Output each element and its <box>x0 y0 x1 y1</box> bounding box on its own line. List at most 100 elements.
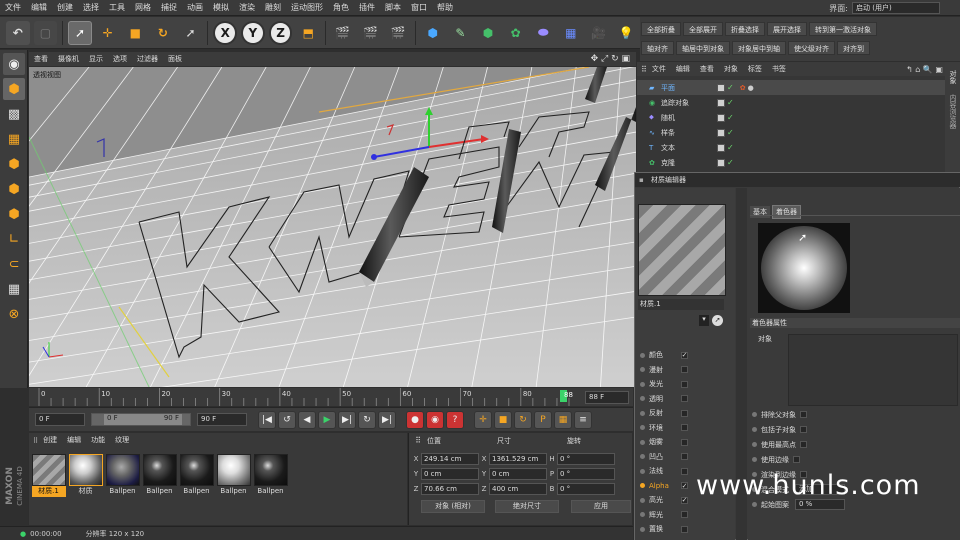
keyframe-selection-icon[interactable]: ? <box>446 410 464 429</box>
light-icon[interactable]: 💡 <box>614 21 638 45</box>
range-left-handle[interactable] <box>92 414 104 425</box>
size-z-field[interactable]: 400 cm <box>489 482 547 495</box>
menu-help[interactable]: 帮助 <box>432 0 458 16</box>
enabled-check-icon[interactable]: ✓ <box>727 113 734 122</box>
material-tag-icon[interactable]: ● <box>748 84 754 92</box>
key-parameter-icon[interactable]: P <box>534 410 552 429</box>
channel-checkbox[interactable] <box>681 409 688 417</box>
mat-menu-create[interactable]: 创建 <box>38 433 62 448</box>
material-swatch[interactable]: Ballpen <box>216 454 251 502</box>
menu-mesh[interactable]: 网格 <box>130 0 156 16</box>
menu-create[interactable]: 创建 <box>52 0 78 16</box>
scale-icon[interactable]: ■ <box>124 21 148 45</box>
material-swatch[interactable]: 材质 <box>68 454 103 502</box>
option-checkbox[interactable] <box>800 426 807 433</box>
option-checkbox[interactable] <box>793 456 800 463</box>
camera-icon[interactable]: 🎥 <box>587 21 611 45</box>
enabled-check-icon[interactable]: ✓ <box>727 143 734 152</box>
prev-frame-icon[interactable]: ◀ <box>298 410 316 429</box>
workplane-grid-icon[interactable]: ▦ <box>3 278 25 300</box>
channel-checkbox[interactable]: ✓ <box>681 482 688 490</box>
visibility-toggle[interactable] <box>717 128 725 137</box>
recent-tool-icon[interactable]: ➚ <box>179 21 203 45</box>
menu-plugins[interactable]: 插件 <box>354 0 380 16</box>
position-x-field[interactable]: 249.14 cm <box>421 452 479 465</box>
tab-shader[interactable]: 着色器 <box>772 205 801 219</box>
material-preview-large[interactable] <box>638 204 726 296</box>
vp-menu-filter[interactable]: 过滤器 <box>132 52 163 66</box>
move-icon[interactable]: ✛ <box>96 21 120 45</box>
object-row[interactable]: ◉ 追踪对象 ✓ <box>637 95 947 110</box>
coordinate-system-icon[interactable]: ⬒ <box>296 21 320 45</box>
make-editable-icon[interactable]: ◉ <box>3 53 25 75</box>
obj-menu-edit[interactable]: 编辑 <box>671 62 695 76</box>
axis-center-button[interactable]: 轴居中到对象 <box>676 41 730 55</box>
enabled-check-icon[interactable]: ✓ <box>727 128 734 137</box>
subdivision-icon[interactable]: ⬢ <box>476 21 500 45</box>
channel-row[interactable]: 凹凸 <box>637 450 733 465</box>
channel-checkbox[interactable] <box>681 511 688 519</box>
material-swatch[interactable]: Ballpen <box>253 454 288 502</box>
option-row[interactable]: 使用边缘 <box>750 452 960 467</box>
goto-end-icon[interactable]: ▶| <box>378 410 396 429</box>
object-list-box[interactable] <box>788 334 958 406</box>
channel-row[interactable]: 环境 <box>637 421 733 436</box>
menu-mograph[interactable]: 运动图形 <box>286 0 328 16</box>
vp-menu-panel[interactable]: 面板 <box>163 52 187 66</box>
material-swatch[interactable]: 材质.1 <box>31 454 66 502</box>
enabled-check-icon[interactable]: ✓ <box>727 98 734 107</box>
record-icon[interactable]: ● <box>406 410 424 429</box>
texture-mode-icon[interactable]: ▩ <box>3 103 25 125</box>
range-right-handle[interactable] <box>182 414 190 425</box>
cube-icon[interactable]: ⬢ <box>421 21 445 45</box>
obj-menu-view[interactable]: 查看 <box>695 62 719 76</box>
channel-row[interactable]: 置换 <box>637 522 733 537</box>
goto-first-active-button[interactable]: 转到第一激活对象 <box>809 22 877 36</box>
option-checkbox[interactable] <box>800 441 807 448</box>
range-bar[interactable]: 0 F 90 F <box>104 414 182 425</box>
obj-menu-objects[interactable]: 对象 <box>719 62 743 76</box>
material-swatch[interactable]: Ballpen <box>105 454 140 502</box>
menu-select[interactable]: 选择 <box>78 0 104 16</box>
apply-button[interactable]: 应用 <box>571 500 631 513</box>
channel-row[interactable]: 透明 <box>637 392 733 407</box>
rotation-b-field[interactable]: 0 ° <box>557 482 615 495</box>
tab-content-browser[interactable]: 内容浏览器 <box>948 94 958 129</box>
undo-icon[interactable]: ↶ <box>6 20 30 45</box>
layout-select[interactable]: 启动 (用户) <box>852 2 940 14</box>
align-to-button[interactable]: 对齐到 <box>837 41 870 55</box>
object-row[interactable]: T 文本 ✓ <box>637 140 947 155</box>
rotate-icon[interactable]: ↻ <box>151 21 175 45</box>
channel-row[interactable]: 烟雾 <box>637 435 733 450</box>
position-z-field[interactable]: 70.66 cm <box>421 482 479 495</box>
key-scale-icon[interactable]: ■ <box>494 410 512 429</box>
obj-menu-bookmarks[interactable]: 书签 <box>767 62 791 76</box>
collapse-all-button[interactable]: 全部折叠 <box>641 22 681 36</box>
channel-row[interactable]: 颜色 ✓ <box>637 348 733 363</box>
expand-all-button[interactable]: 全部展开 <box>683 22 723 36</box>
channel-checkbox[interactable] <box>681 525 688 533</box>
object-row[interactable]: ✿ 克隆 ✓ <box>637 155 947 170</box>
render-view-icon[interactable]: 🎬 <box>331 21 355 45</box>
menu-file[interactable]: 文件 <box>0 0 26 16</box>
redo-icon[interactable]: ▢ <box>33 20 58 45</box>
coord-mode-select[interactable]: 对象 (相对) <box>421 500 485 513</box>
channel-checkbox[interactable]: ✓ <box>681 496 688 504</box>
size-y-field[interactable]: 0 cm <box>489 467 547 480</box>
channel-row[interactable]: 漫射 <box>637 363 733 378</box>
visibility-toggle[interactable] <box>717 113 725 122</box>
prev-key-icon[interactable]: ↺ <box>278 410 296 429</box>
render-picture-viewer-icon[interactable]: 🎬 <box>359 21 383 45</box>
gradient-shader-preview[interactable]: ➚ <box>758 223 850 313</box>
render-settings-icon[interactable]: 🎬 <box>386 21 410 45</box>
vp-menu-camera[interactable]: 摄像机 <box>53 52 84 66</box>
goto-start-icon[interactable]: |◀ <box>258 410 276 429</box>
visibility-toggle[interactable] <box>717 158 725 167</box>
material-swatch[interactable]: Ballpen <box>142 454 177 502</box>
vp-menu-options[interactable]: 选项 <box>108 52 132 66</box>
size-x-field[interactable]: 1361.529 cm <box>489 452 547 465</box>
y-axis-lock-icon[interactable]: Y <box>241 20 265 45</box>
mat-menu-function[interactable]: 功能 <box>86 433 110 448</box>
mat-menu-edit[interactable]: 编辑 <box>62 433 86 448</box>
tab-objects[interactable]: 对象 <box>948 70 958 84</box>
